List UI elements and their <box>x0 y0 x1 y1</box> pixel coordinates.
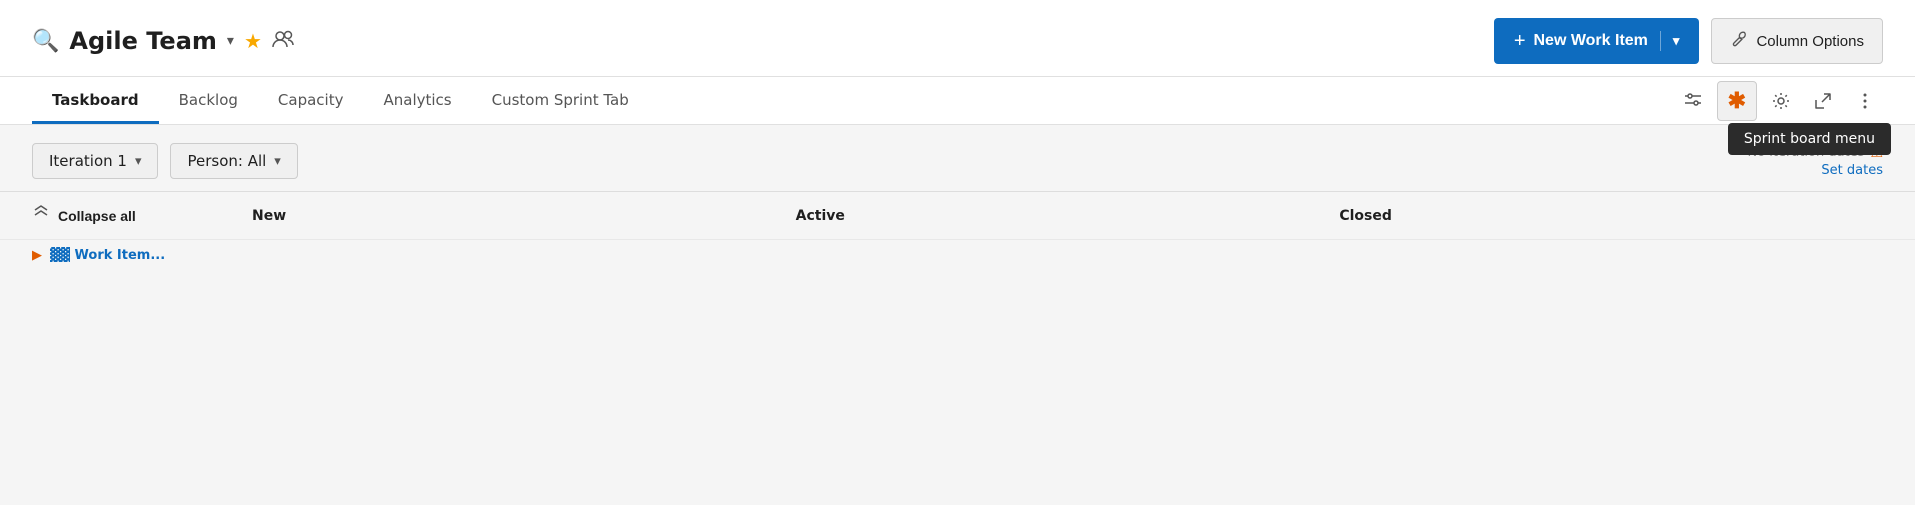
team-name: Agile Team <box>69 27 217 55</box>
col-header-active: Active <box>796 208 1340 224</box>
col-header-new: New <box>252 208 796 224</box>
row-hint-icon: ▶ <box>32 248 42 263</box>
tab-bar: Taskboard Backlog Capacity Analytics Cus… <box>0 77 1915 125</box>
col-header-closed: Closed <box>1339 208 1883 224</box>
team-chevron-icon[interactable]: ▾ <box>227 33 234 49</box>
tab-capacity[interactable]: Capacity <box>258 77 364 124</box>
person-label: Person: All <box>187 152 266 170</box>
tab-backlog[interactable]: Backlog <box>159 77 258 124</box>
iteration-filter-dropdown[interactable]: Iteration 1 ▾ <box>32 143 158 179</box>
row-hint-text: ▓▓ Work Item... <box>50 248 165 263</box>
asterisk-icon: ✱ <box>1728 88 1746 114</box>
tab-analytics[interactable]: Analytics <box>363 77 471 124</box>
button-divider <box>1660 31 1661 51</box>
iteration-label: Iteration 1 <box>49 152 127 170</box>
favorite-star-icon[interactable]: ★ <box>244 29 262 53</box>
iteration-chevron-icon: ▾ <box>135 154 142 169</box>
new-work-item-button[interactable]: + New Work Item ▾ <box>1494 18 1700 64</box>
set-dates-link[interactable]: Set dates <box>1821 163 1883 178</box>
column-options-label: Column Options <box>1756 33 1864 50</box>
new-work-item-chevron: ▾ <box>1673 33 1680 49</box>
asterisk-button[interactable]: ✱ <box>1717 81 1757 121</box>
filters-row: Iteration 1 ▾ Person: All ▾ No iteration… <box>0 125 1915 191</box>
top-bar-right: + New Work Item ▾ Column Options <box>1494 18 1883 64</box>
tab-bar-actions: ✱ Sprint board menu <box>1675 81 1883 121</box>
row-hint: ▶ ▓▓ Work Item... <box>0 239 1915 271</box>
column-options-button[interactable]: Column Options <box>1711 18 1883 64</box>
person-filter-dropdown[interactable]: Person: All ▾ <box>170 143 297 179</box>
plus-icon: + <box>1514 30 1526 53</box>
tab-taskboard[interactable]: Taskboard <box>32 77 159 124</box>
expand-button[interactable] <box>1805 85 1841 117</box>
filter-settings-button[interactable] <box>1675 85 1711 117</box>
team-members-icon[interactable] <box>272 29 294 53</box>
collapse-all-label: Collapse all <box>58 208 136 224</box>
top-bar-left: 🔍 Agile Team ▾ ★ <box>32 27 294 55</box>
tab-custom-sprint[interactable]: Custom Sprint Tab <box>472 77 649 124</box>
tabs-list: Taskboard Backlog Capacity Analytics Cus… <box>32 77 649 124</box>
wrench-icon <box>1730 30 1748 53</box>
collapse-all-button[interactable]: Collapse all <box>32 204 252 227</box>
settings-gear-button[interactable] <box>1763 85 1799 117</box>
more-options-button[interactable] <box>1847 85 1883 117</box>
person-chevron-icon: ▾ <box>274 154 281 169</box>
sprint-board-menu-tooltip: Sprint board menu <box>1728 123 1891 155</box>
table-header: Collapse all New Active Closed <box>0 191 1915 239</box>
new-work-item-label: New Work Item <box>1534 32 1648 50</box>
team-search-icon: 🔍 <box>32 29 59 54</box>
top-bar: 🔍 Agile Team ▾ ★ + New Work Item ▾ <box>0 0 1915 77</box>
collapse-icon <box>32 204 50 227</box>
